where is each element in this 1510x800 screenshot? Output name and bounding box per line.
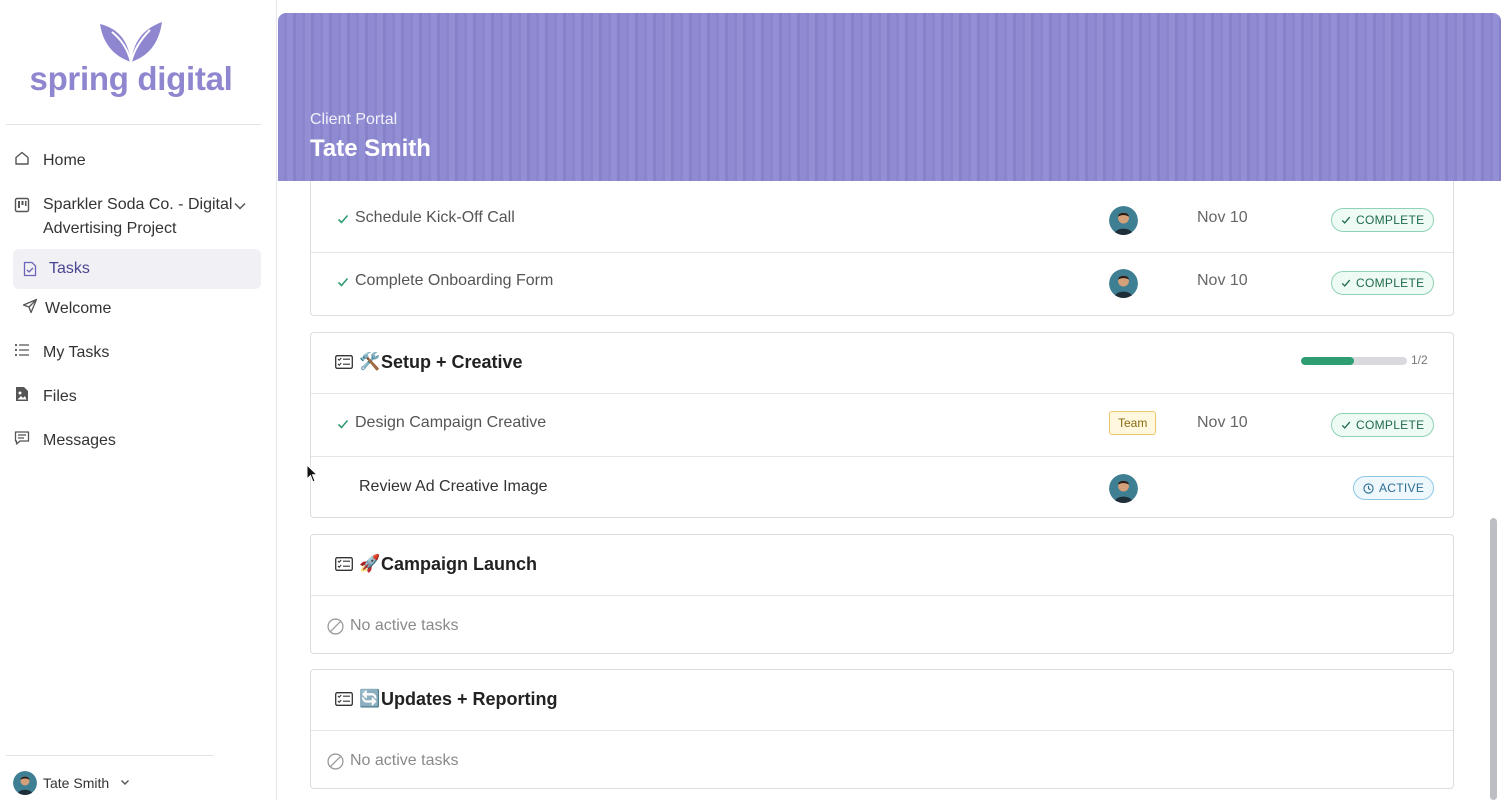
task-name[interactable]: Schedule Kick-Off Call (355, 209, 515, 227)
check-icon (1341, 421, 1351, 429)
check-icon (337, 212, 349, 228)
empty-state: No active tasks (327, 617, 458, 635)
group-emoji: 🛠️ (359, 352, 381, 371)
task-group-card: 🔄 Updates + Reporting No active tasks (310, 669, 1454, 789)
check-icon (337, 275, 349, 291)
project-label-line1: Sparkler Soda Co. - Digital (43, 196, 233, 213)
group-title: Setup + Creative (381, 352, 523, 372)
messages-icon (13, 429, 31, 447)
chevron-down-icon[interactable] (232, 198, 248, 219)
table-row[interactable]: Design Campaign Creative Team Nov 10 COM… (311, 395, 1453, 456)
no-entry-icon (327, 617, 344, 635)
task-group-header[interactable]: 🚀 Campaign Launch (311, 535, 1453, 596)
home-icon (13, 149, 31, 167)
sidebar-divider (6, 124, 261, 125)
avatar (1109, 474, 1138, 503)
checklist-icon (335, 557, 353, 576)
check-icon (1341, 279, 1351, 287)
table-row[interactable]: Complete Onboarding Form Nov 10 COMPLETE (311, 252, 1453, 314)
task-group-card: 🚀 Campaign Launch No active tasks (310, 534, 1454, 654)
sidebar-item-label: My Tasks (43, 344, 110, 361)
user-divider (6, 755, 214, 756)
sidebar-item-messages[interactable]: Messages (13, 429, 116, 453)
avatar (1109, 206, 1138, 235)
empty-label: No active tasks (350, 752, 459, 769)
progress-label: 1/2 (1411, 353, 1428, 367)
mouse-cursor-icon (306, 464, 318, 483)
table-row[interactable]: Schedule Kick-Off Call Nov 10 COMPLETE (311, 190, 1453, 252)
status-badge: ACTIVE (1353, 476, 1435, 500)
file-image-icon (13, 385, 31, 403)
group-emoji: 🚀 (359, 554, 381, 573)
portal-banner: Client Portal Tate Smith (278, 13, 1501, 181)
empty-row: No active tasks (311, 597, 1453, 653)
task-name[interactable]: Complete Onboarding Form (355, 272, 553, 290)
status-badge: COMPLETE (1331, 208, 1435, 232)
group-title: Campaign Launch (381, 554, 538, 574)
sidebar-item-label: Tasks (49, 260, 90, 277)
check-icon (337, 417, 349, 433)
send-icon (21, 297, 39, 315)
user-menu[interactable]: Tate Smith (13, 771, 131, 795)
status-label: ACTIVE (1379, 481, 1425, 495)
assignee-tag: Team (1109, 411, 1157, 435)
portal-subtitle: Client Portal (310, 111, 398, 128)
no-entry-icon (327, 752, 344, 770)
status-badge: COMPLETE (1331, 413, 1435, 437)
list-icon (13, 341, 31, 359)
sidebar-item-welcome[interactable]: Welcome (21, 297, 111, 321)
project-icon (13, 196, 31, 214)
task-group-card: Schedule Kick-Off Call Nov 10 COMPLETE C… (310, 158, 1454, 316)
chevron-down-icon (119, 775, 131, 791)
check-icon (1341, 216, 1351, 224)
user-name: Tate Smith (43, 775, 110, 791)
sidebar-item-label: Messages (43, 432, 116, 449)
task-name[interactable]: Design Campaign Creative (355, 414, 546, 432)
group-title: Updates + Reporting (381, 689, 558, 709)
sidebar-item-project[interactable]: Sparkler Soda Co. - Digital Advertising P… (13, 193, 232, 241)
sidebar-item-label: Home (43, 152, 86, 169)
avatar (13, 771, 37, 795)
group-emoji: 🔄 (359, 689, 381, 708)
task-name[interactable]: Review Ad Creative Image (359, 478, 548, 496)
checklist-icon (335, 692, 353, 711)
tasks-icon (21, 260, 39, 278)
sidebar-item-my-tasks[interactable]: My Tasks (13, 341, 109, 365)
due-date: Nov 10 (1197, 272, 1248, 289)
table-row[interactable]: Review Ad Creative Image ACTIVE (311, 456, 1453, 518)
sidebar-item-label: Welcome (45, 300, 112, 317)
sidebar-item-label: Files (43, 388, 77, 405)
main-content: Client Portal Tate Smith Schedule Kick-O… (278, 13, 1501, 800)
status-label: COMPLETE (1356, 276, 1425, 290)
brand-name: spring digital (29, 60, 233, 97)
task-group-header[interactable]: 🛠️ Setup + Creative 1/2 (311, 333, 1453, 394)
sidebar-item-label: Sparkler Soda Co. - Digital Advertising P… (43, 193, 232, 241)
sidebar-item-tasks[interactable]: Tasks (13, 249, 261, 289)
clock-icon (1363, 482, 1374, 494)
checklist-icon (335, 355, 353, 374)
status-label: COMPLETE (1356, 213, 1425, 227)
sidebar-item-files[interactable]: Files (13, 385, 77, 409)
sidebar: spring digital Home Sparkler Soda Co. - … (0, 0, 277, 800)
portal-title: Tate Smith (310, 135, 431, 162)
brand-logo[interactable]: spring digital (0, 20, 262, 98)
progress-bar (1301, 357, 1407, 365)
leaf-logo-icon (100, 22, 162, 63)
task-group-card: 🛠️ Setup + Creative 1/2 Design Campaign … (310, 332, 1454, 518)
status-badge: COMPLETE (1331, 271, 1435, 295)
project-label-line2: Advertising Project (43, 220, 177, 237)
due-date: Nov 10 (1197, 209, 1248, 226)
task-group-header[interactable]: 🔄 Updates + Reporting (311, 670, 1453, 731)
avatar (1109, 269, 1138, 298)
due-date: Nov 10 (1197, 414, 1248, 431)
empty-label: No active tasks (350, 617, 459, 634)
empty-state: No active tasks (327, 752, 458, 770)
scrollbar[interactable] (1490, 518, 1497, 800)
status-label: COMPLETE (1356, 418, 1425, 432)
empty-row: No active tasks (311, 732, 1453, 788)
progress-fill (1301, 357, 1354, 365)
sidebar-item-home[interactable]: Home (13, 149, 86, 173)
